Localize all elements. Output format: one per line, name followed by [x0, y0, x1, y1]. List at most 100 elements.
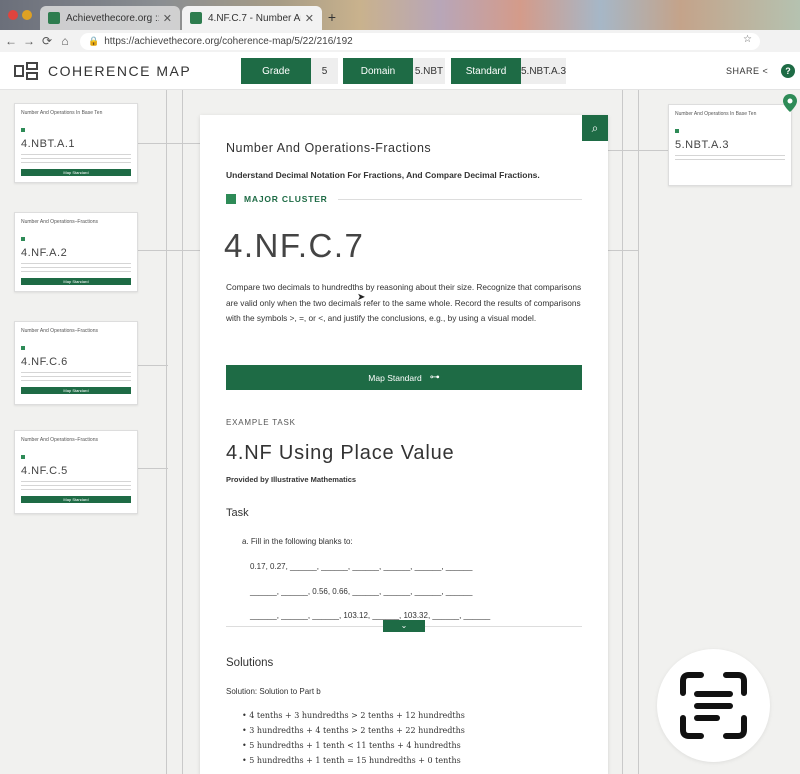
home-icon[interactable]: ⌂	[56, 34, 74, 48]
grade-selector[interactable]: Grade	[241, 58, 311, 84]
domain-title: Number And Operations-Fractions	[226, 141, 432, 155]
cluster-title: Understand Decimal Notation For Fraction…	[226, 170, 540, 180]
task-title: 4.NF Using Place Value	[226, 442, 455, 464]
card-cluster-text	[21, 228, 131, 233]
standard-card-4nf-c-6[interactable]: Number And Operations–Fractions 4.NF.C.6…	[14, 321, 138, 405]
map-standard-button[interactable]: Map Standard	[21, 496, 131, 503]
standard-card-5nbt-a-3[interactable]: Number And Operations In Base Ten 5.NBT.…	[668, 104, 792, 186]
task-heading: Task	[226, 507, 249, 519]
card-description-lines	[21, 372, 131, 384]
cluster-badge	[21, 236, 131, 241]
share-button[interactable]: SHARE <	[726, 66, 768, 76]
connector-line	[166, 90, 167, 774]
scan-text-button[interactable]	[657, 649, 770, 762]
connector-line	[138, 365, 168, 366]
browser-tab-active[interactable]: 4.NF.C.7 - Number And Opera ✕	[182, 6, 322, 30]
new-tab-icon[interactable]: +	[324, 9, 340, 25]
connector-line	[138, 468, 168, 469]
tab-label: Achievethecore.org :: Coher	[66, 12, 159, 24]
connector-line	[138, 143, 200, 144]
back-arrow-icon[interactable]: ←	[2, 34, 20, 48]
lock-icon: 🔒	[88, 36, 100, 46]
card-code: 4.NF.C.6	[21, 356, 68, 368]
connector-line	[622, 90, 623, 774]
cluster-type-label: MAJOR CLUSTER	[244, 194, 328, 204]
cluster-type-row: MAJOR CLUSTER	[226, 194, 582, 204]
cluster-badge	[21, 454, 131, 459]
domain-value[interactable]: 5.NBT	[413, 58, 445, 84]
close-icon[interactable]: ✕	[305, 12, 314, 25]
standard-detail-card: Number And Operations-Fractions Understa…	[200, 115, 608, 774]
card-code: 4.NF.C.5	[21, 465, 68, 477]
cluster-badge	[21, 345, 131, 350]
map-standard-button[interactable]: Map Standard	[21, 387, 131, 394]
map-standard-button[interactable]: Map Standard	[21, 278, 131, 285]
card-description-lines	[21, 154, 131, 166]
scan-text-icon	[680, 672, 747, 739]
solution-list: • 4 tenths + 3 hundredths > 2 tenths + 1…	[242, 711, 465, 771]
standard-code: 4.NF.C.7	[224, 227, 365, 264]
standard-selector[interactable]: Standard	[451, 58, 521, 84]
card-cluster-text	[21, 119, 131, 124]
card-cluster-text	[21, 446, 131, 451]
connector-line	[138, 250, 200, 251]
favicon-icon	[48, 12, 60, 24]
card-description-lines	[675, 155, 785, 163]
connector-line	[638, 90, 639, 774]
zoom-magnifier-icon[interactable]: ⌕	[582, 115, 608, 141]
forward-arrow-icon[interactable]: →	[20, 34, 38, 48]
list-item: • 4 tenths + 3 hundredths > 2 tenths + 1…	[242, 711, 465, 720]
grade-value[interactable]: 5	[311, 58, 338, 84]
url-text: https://achievethecore.org/coherence-map…	[104, 36, 353, 47]
provided-by: Provided by Illustrative Mathematics	[226, 475, 357, 484]
browser-tab-bar: Achievethecore.org :: Coher ✕ 4.NF.C.7 -…	[0, 0, 800, 30]
url-field[interactable]: 🔒 https://achievethecore.org/coherence-m…	[80, 33, 760, 50]
connector-line	[608, 250, 638, 251]
standard-description: Compare two decimals to hundredths by re…	[226, 282, 582, 323]
list-item: • 5 hundredths + 1 tenth = 15 hundredths…	[242, 756, 461, 765]
cluster-badge	[675, 128, 785, 133]
browser-tab-achievethecore[interactable]: Achievethecore.org :: Coher ✕	[40, 6, 180, 30]
blank-line: ______, ______, 0.56, 0.66, ______, ____…	[250, 587, 473, 596]
close-window-button[interactable]	[8, 10, 18, 20]
standard-value[interactable]: 5.NBT.A.3	[521, 58, 566, 84]
connector-line	[182, 90, 183, 774]
app-logo[interactable]: COHERENCE MAP	[14, 62, 191, 80]
address-bar: ← → ⟳ ⌂ 🔒 https://achievethecore.org/coh…	[0, 30, 800, 77]
reload-icon[interactable]: ⟳	[38, 34, 56, 48]
bookmark-star-icon[interactable]: ☆	[743, 34, 752, 45]
task-part-a: a. Fill in the following blanks to:	[242, 537, 353, 546]
help-button[interactable]: ?	[781, 64, 795, 78]
card-code: 5.NBT.A.3	[675, 139, 730, 151]
list-item: • 5 hundredths + 1 tenth < 11 tenths + 4…	[242, 741, 461, 750]
expand-chevron-down-icon[interactable]: ⌄	[383, 620, 425, 632]
location-pin-icon[interactable]	[783, 94, 797, 112]
solution-line: Solution: Solution to Part b	[226, 687, 321, 696]
map-tree-icon: ⊶	[429, 372, 440, 383]
tab-label: 4.NF.C.7 - Number And Opera	[208, 12, 301, 24]
map-standard-button[interactable]: Map Standard ⊶	[226, 365, 582, 390]
standard-card-4nf-c-5[interactable]: Number And Operations–Fractions 4.NF.C.5…	[14, 430, 138, 514]
divider	[337, 198, 582, 200]
minimize-window-button[interactable]	[22, 10, 32, 20]
card-cluster-text	[21, 337, 131, 342]
solutions-heading: Solutions	[226, 657, 274, 669]
map-standard-button[interactable]: Map Standard	[21, 169, 131, 176]
card-domain-title: Number And Operations In Base Ten	[675, 111, 757, 117]
connector-line	[608, 150, 668, 151]
close-icon[interactable]: ✕	[163, 12, 172, 25]
domain-selector[interactable]: Domain	[343, 58, 413, 84]
card-code: 4.NF.A.2	[21, 247, 68, 259]
card-domain-title: Number And Operations In Base Ten	[21, 110, 103, 116]
mouse-cursor-icon: ➤	[357, 292, 366, 303]
card-description-lines	[21, 263, 131, 275]
share-icon: <	[762, 66, 769, 76]
standard-card-4nf-a-2[interactable]: Number And Operations–Fractions 4.NF.A.2…	[14, 212, 138, 292]
example-task-label: EXAMPLE TASK	[226, 418, 296, 427]
share-label: SHARE	[726, 66, 760, 76]
card-domain-title: Number And Operations–Fractions	[21, 219, 98, 225]
coherence-map-logo-icon	[14, 62, 38, 80]
card-description-lines	[21, 481, 131, 493]
standard-card-4nbt-a-1[interactable]: Number And Operations In Base Ten 4.NBT.…	[14, 103, 138, 183]
card-cluster-text	[675, 120, 785, 125]
